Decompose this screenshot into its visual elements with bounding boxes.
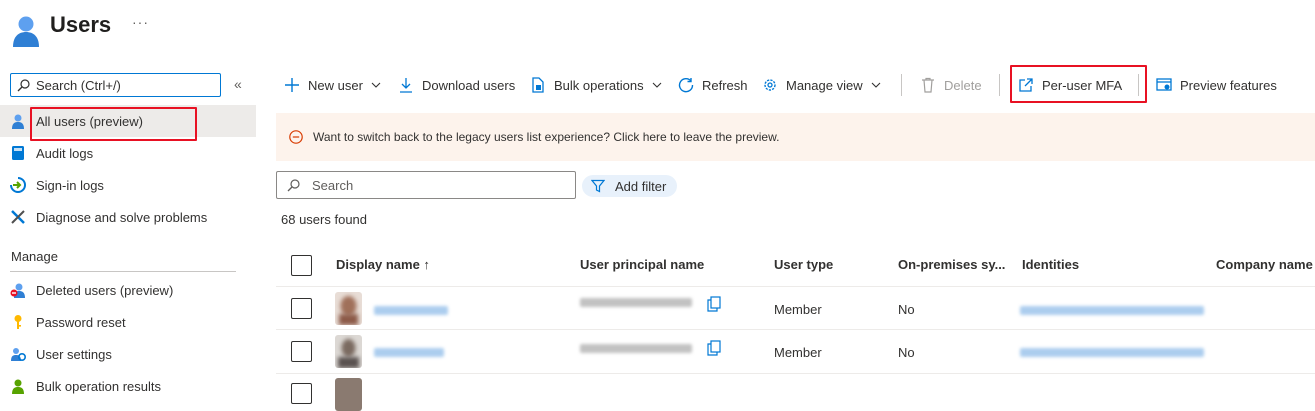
refresh-icon	[678, 77, 694, 93]
sidebar-item-label: Sign-in logs	[36, 177, 104, 193]
bulk-operations-icon	[530, 77, 546, 93]
row-checkbox[interactable]	[291, 298, 312, 319]
download-users-label: Download users	[422, 77, 516, 93]
avatar	[335, 378, 362, 411]
sidebar-item-audit-logs[interactable]: Audit logs	[0, 137, 256, 169]
banner-text: Want to switch back to the legacy users …	[313, 130, 780, 144]
copy-icon[interactable]	[707, 340, 721, 356]
users-icon	[12, 14, 40, 48]
redacted-upn	[580, 298, 692, 307]
column-header-identities[interactable]: Identities	[1022, 257, 1079, 272]
chevron-down-icon	[371, 80, 381, 90]
divider	[10, 271, 236, 272]
sidebar-item-deleted-users[interactable]: Deleted users (preview)	[0, 274, 256, 306]
sidebar-item-label: Password reset	[36, 314, 126, 330]
sidebar-item-label: Diagnose and solve problems	[36, 209, 208, 225]
refresh-button[interactable]: Refresh	[678, 74, 748, 96]
divider	[276, 286, 1315, 287]
sidebar-item-label: Audit logs	[36, 145, 94, 161]
column-header-upn[interactable]: User principal name	[580, 257, 704, 272]
search-icon	[287, 178, 300, 192]
preview-features-label: Preview features	[1180, 77, 1277, 93]
new-user-label: New user	[308, 77, 363, 93]
row-checkbox[interactable]	[291, 341, 312, 362]
on-premises-cell: No	[898, 302, 915, 317]
avatar	[335, 292, 362, 325]
bulk-operations-label: Bulk operations	[554, 77, 644, 93]
add-filter-label: Add filter	[615, 178, 667, 194]
avatar	[335, 335, 362, 368]
manage-view-label: Manage view	[786, 77, 863, 93]
user-type-cell: Member	[774, 302, 822, 317]
bulk-results-icon	[10, 378, 26, 394]
preview-banner[interactable]: Want to switch back to the legacy users …	[276, 113, 1315, 161]
manage-heading: Manage	[11, 249, 58, 264]
column-header-on-premises[interactable]: On-premises sy...	[898, 257, 1005, 272]
sidebar-item-bulk-results[interactable]: Bulk operation results	[0, 370, 256, 402]
search-placeholder: Search	[312, 177, 354, 193]
manage-view-button[interactable]: Manage view	[762, 74, 881, 96]
highlight-per-user-mfa	[1010, 65, 1147, 103]
sign-in-icon	[10, 177, 26, 193]
copy-icon[interactable]	[707, 296, 721, 312]
divider	[276, 329, 1315, 330]
wrench-icon	[10, 209, 26, 225]
filter-icon	[591, 179, 605, 193]
trash-icon	[920, 77, 936, 93]
redacted-upn	[580, 344, 692, 353]
column-header-company-name[interactable]: Company name	[1216, 257, 1313, 272]
column-header-user-type[interactable]: User type	[774, 257, 833, 272]
redacted-identities	[1020, 348, 1204, 357]
toolbar-divider	[999, 74, 1000, 96]
deleted-user-icon	[10, 282, 26, 298]
collapse-sidebar-button[interactable]: «	[234, 76, 242, 92]
sidebar-item-user-settings[interactable]: User settings	[0, 338, 256, 370]
row-checkbox[interactable]	[291, 383, 312, 404]
page-title: Users	[50, 12, 112, 37]
sidebar-search-placeholder: Search (Ctrl+/)	[36, 77, 121, 93]
redacted-identities	[1020, 306, 1204, 315]
delete-label: Delete	[944, 77, 982, 93]
preview-features-icon	[1156, 77, 1172, 93]
column-header-display-name[interactable]: Display name ↑	[336, 257, 430, 272]
sidebar-item-label: Bulk operation results	[36, 378, 162, 394]
gear-icon	[762, 77, 778, 93]
delete-button[interactable]: Delete	[920, 74, 982, 96]
search-icon	[17, 78, 30, 92]
sidebar-item-password-reset[interactable]: Password reset	[0, 306, 256, 338]
sidebar-item-label: Deleted users (preview)	[36, 282, 174, 298]
minus-circle-icon	[289, 130, 303, 144]
search-input[interactable]: Search	[276, 171, 576, 199]
key-icon	[10, 314, 26, 330]
preview-features-button[interactable]: Preview features	[1156, 74, 1277, 96]
on-premises-cell: No	[898, 345, 915, 360]
download-icon	[398, 77, 414, 93]
redacted-display-name-link[interactable]	[374, 348, 444, 357]
refresh-label: Refresh	[702, 77, 748, 93]
user-type-cell: Member	[774, 345, 822, 360]
sidebar-item-label: User settings	[36, 346, 112, 362]
select-all-checkbox[interactable]	[291, 255, 312, 276]
user-settings-icon	[10, 346, 26, 362]
sidebar-search-input[interactable]: Search (Ctrl+/)	[10, 73, 221, 97]
sidebar-item-sign-in-logs[interactable]: Sign-in logs	[0, 169, 256, 201]
chevron-down-icon	[652, 80, 662, 90]
download-users-button[interactable]: Download users	[398, 74, 515, 96]
more-options-button[interactable]: ···	[132, 14, 149, 30]
new-user-button[interactable]: New user	[284, 74, 381, 96]
highlight-all-users	[30, 107, 197, 141]
log-book-icon	[10, 145, 26, 161]
chevron-down-icon	[871, 80, 881, 90]
add-filter-button[interactable]: Add filter	[582, 175, 677, 197]
plus-icon	[284, 77, 300, 93]
sidebar-item-diagnose[interactable]: Diagnose and solve problems	[0, 201, 256, 233]
bulk-operations-button[interactable]: Bulk operations	[530, 74, 662, 96]
toolbar-divider	[901, 74, 902, 96]
user-icon	[10, 113, 26, 129]
results-count: 68 users found	[281, 212, 368, 227]
divider	[276, 373, 1315, 374]
redacted-display-name-link[interactable]	[374, 306, 448, 315]
